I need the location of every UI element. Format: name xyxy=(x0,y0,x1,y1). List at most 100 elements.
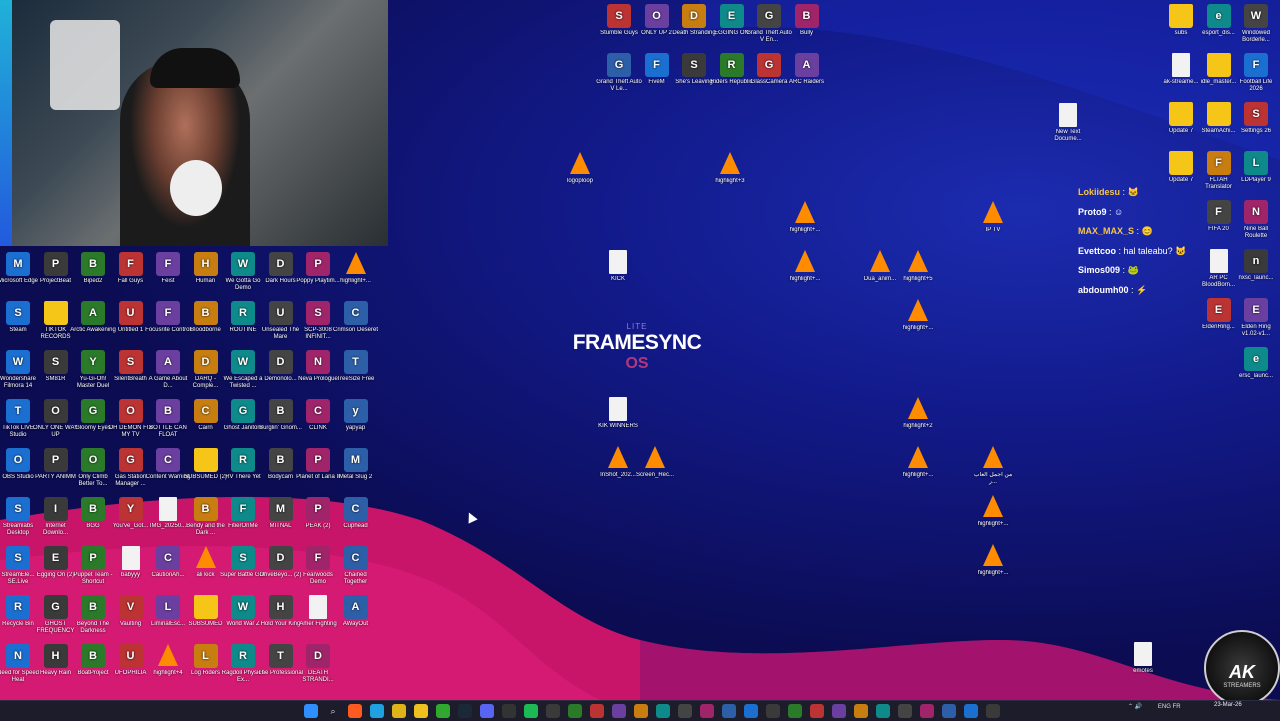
desktop-icon[interactable]: KIK WINNERS xyxy=(595,397,641,430)
desktop-icon[interactable]: IP TV xyxy=(970,201,1016,234)
app-icon: C xyxy=(156,546,180,570)
app-icon: T xyxy=(6,399,30,423)
edge-icon[interactable] xyxy=(370,704,384,718)
desktop-icon[interactable]: highlight+... xyxy=(782,201,828,234)
app-icon: F xyxy=(156,252,180,276)
app-icon: B xyxy=(794,4,819,28)
app-icon[interactable] xyxy=(986,704,1000,718)
app-icon: A xyxy=(81,301,105,325)
desktop-icon[interactable]: highlight+... xyxy=(895,299,941,332)
app-icon: H xyxy=(43,644,68,668)
clock[interactable]: 23-Mar-26 xyxy=(1214,701,1242,709)
desktop-icon[interactable]: n nxsc_launc... xyxy=(1233,249,1279,282)
app-icon[interactable] xyxy=(964,704,978,718)
app-icon[interactable] xyxy=(898,704,912,718)
chat-username: Lokiidesu xyxy=(1078,187,1121,197)
desktop-icon[interactable]: C Cuphead xyxy=(333,497,379,530)
desktop-icon[interactable]: A ARC Raiders xyxy=(784,53,830,86)
desktop-icon-label: LDPlayer 9 xyxy=(1241,177,1271,183)
desktop-icon[interactable]: logoploop xyxy=(557,152,603,185)
desktop-icon-label: ARC Raiders xyxy=(788,79,824,85)
app-icon[interactable] xyxy=(810,704,824,718)
desktop-icon[interactable]: F Football Life 2026 xyxy=(1233,53,1279,93)
desktop-icon[interactable]: M Metal Slug 2 xyxy=(333,448,379,481)
app-icon: H xyxy=(193,252,218,276)
desktop-icon[interactable]: highlight+2 xyxy=(895,397,941,430)
desktop-icon[interactable]: B Bully xyxy=(784,4,830,37)
desktop-icon[interactable]: highlight+... xyxy=(333,252,379,285)
language-indicator[interactable]: ENG FR xyxy=(1158,704,1181,710)
desktop-icon[interactable]: L LDPlayer 9 xyxy=(1233,151,1279,184)
chat-username: Proto9 xyxy=(1078,206,1107,217)
steam-icon[interactable] xyxy=(458,704,472,718)
app-icon[interactable] xyxy=(568,704,582,718)
folder-icon xyxy=(1169,102,1193,126)
desktop-icon[interactable]: highlight+... xyxy=(970,495,1016,528)
file-explorer-icon[interactable] xyxy=(414,704,428,718)
desktop-icon[interactable]: W Windowed Borderle... xyxy=(1233,4,1279,44)
app-icon: C xyxy=(343,546,368,570)
app-icon[interactable] xyxy=(920,704,934,718)
desktop-icon[interactable]: highlight+3 xyxy=(707,152,753,185)
app-icon: S xyxy=(6,301,30,325)
app-icon[interactable] xyxy=(832,704,846,718)
desktop-icon[interactable]: y yapyap xyxy=(333,399,379,432)
desktop-icon[interactable]: C Crimson Deseret xyxy=(333,301,379,334)
app-icon[interactable] xyxy=(722,704,736,718)
desktop-icon-label: TreeSize Free xyxy=(336,376,375,382)
xbox-icon[interactable] xyxy=(436,704,450,718)
desktop-icon[interactable]: highlight+5 xyxy=(895,250,941,283)
app-icon[interactable] xyxy=(678,704,692,718)
desktop-icon[interactable]: emotes xyxy=(1120,642,1166,675)
brave-icon[interactable] xyxy=(348,704,362,718)
desktop-icon[interactable]: New Text Docume... xyxy=(1045,103,1091,143)
chat-separator: : xyxy=(1120,187,1126,197)
app-icon[interactable] xyxy=(876,704,890,718)
app-icon[interactable] xyxy=(700,704,714,718)
desktop-icon[interactable]: D DEATH STRANDI... xyxy=(295,644,341,684)
volume-icon[interactable]: 🔊 xyxy=(1135,704,1142,710)
app-icon[interactable] xyxy=(612,704,626,718)
desktop-icon[interactable]: من أجمل ألعاب ر... xyxy=(970,446,1016,486)
app-icon[interactable] xyxy=(744,704,758,718)
app-icon: F xyxy=(1206,151,1231,175)
app-icon[interactable] xyxy=(766,704,780,718)
obs-icon[interactable] xyxy=(502,704,516,718)
desktop-icon[interactable]: e ersc_launc... xyxy=(1233,347,1279,380)
app-icon: S xyxy=(607,4,631,28)
desktop-icon[interactable]: S Settings 26 xyxy=(1233,102,1279,135)
system-tray[interactable]: ⌃ 🔊 ENG FR xyxy=(1128,703,1181,710)
app-icon[interactable] xyxy=(656,704,670,718)
desktop-icon[interactable]: T TreeSize Free xyxy=(333,350,379,383)
tray-up-arrow-icon[interactable]: ⌃ xyxy=(1128,704,1133,710)
desktop-icon[interactable]: highlight+... xyxy=(970,544,1016,577)
app-icon: F xyxy=(306,546,330,570)
desktop-icon[interactable]: E Elden Ring v1.02-v1... xyxy=(1233,298,1279,338)
app-icon[interactable] xyxy=(942,704,956,718)
chat-message: Evettcoo : hal taleabu? 🐱 xyxy=(1078,245,1188,265)
app-icon: E xyxy=(1206,298,1231,322)
desktop[interactable]: M Microsoft Edge P ProjectBeat B Biped2 F Fall … xyxy=(0,0,1280,700)
app-icon[interactable] xyxy=(854,704,868,718)
chrome-icon[interactable] xyxy=(392,704,406,718)
desktop-icon[interactable]: KICK xyxy=(595,250,641,283)
vlc-icon xyxy=(983,544,1003,566)
desktop-icon-label: Crimson Deseret xyxy=(332,327,378,333)
desktop-icon[interactable]: highlight+... xyxy=(782,250,828,283)
app-icon[interactable] xyxy=(634,704,648,718)
chat-separator: : xyxy=(1116,245,1122,256)
start-icon[interactable] xyxy=(304,704,318,718)
desktop-icon[interactable]: A AWayOut xyxy=(333,595,379,628)
desktop-icon[interactable]: C Chained Together xyxy=(333,546,379,586)
spotify-icon[interactable] xyxy=(524,704,538,718)
discord-icon[interactable] xyxy=(480,704,494,718)
desktop-icon[interactable]: highlight+... xyxy=(895,446,941,479)
vlc-icon xyxy=(645,446,665,468)
app-icon[interactable] xyxy=(590,704,604,718)
desktop-icon[interactable]: N Nine Ball Roulette xyxy=(1233,200,1279,240)
app-icon[interactable] xyxy=(546,704,560,718)
app-icon[interactable] xyxy=(788,704,802,718)
desktop-icon[interactable]: Screen_Rec... xyxy=(632,446,678,479)
vlc-icon xyxy=(570,152,590,174)
search-icon[interactable]: ⌕ xyxy=(326,704,340,718)
